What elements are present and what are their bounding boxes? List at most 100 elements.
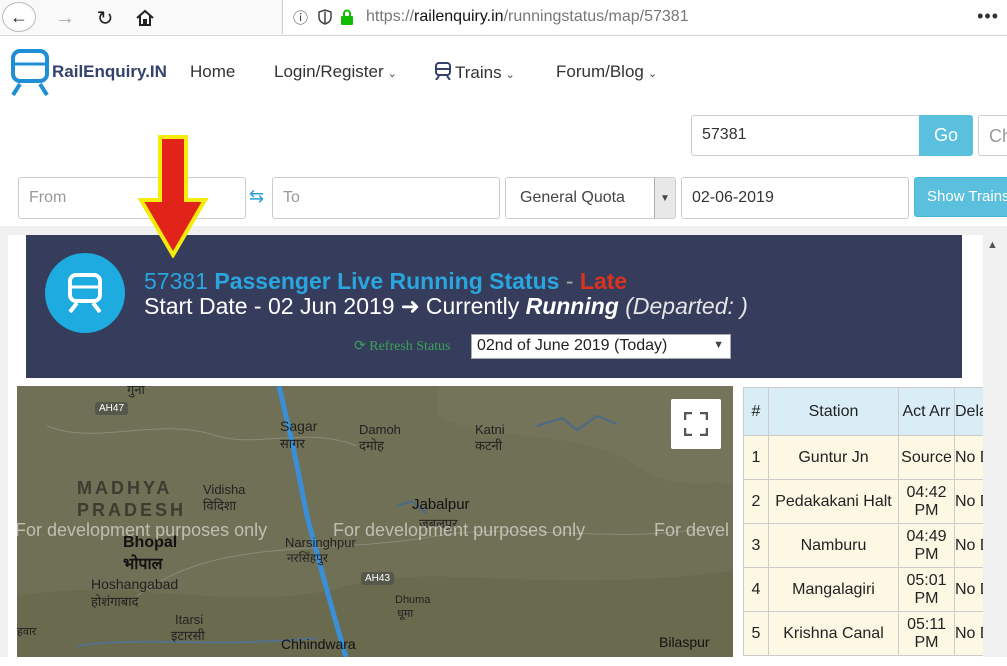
lock-icon	[341, 9, 354, 25]
map-place-label: नरसिंहपुर	[287, 551, 328, 565]
nav-trains[interactable]: Trains ⌄	[435, 62, 515, 83]
map-watermark: For development purposes only	[333, 520, 586, 540]
annotation-arrow-icon	[138, 135, 208, 258]
scrollbar[interactable]: ▲	[983, 235, 1007, 657]
table-row[interactable]: 5Krishna Canal05:11 PMNo Dela	[743, 611, 1005, 656]
nav-home[interactable]: Home	[190, 62, 235, 82]
reload-icon: ↻	[96, 7, 114, 30]
nav-forum-blog[interactable]: Forum/Blog ⌄	[556, 62, 657, 82]
map-place-label: दमोह	[359, 438, 384, 453]
map-place-label: Itarsi	[175, 612, 204, 627]
cell-actual-arrival: 04:49 PM	[898, 523, 955, 568]
quota-select[interactable]: General Quota ▼	[505, 177, 676, 219]
go-button[interactable]: Go	[919, 115, 973, 156]
address-bar[interactable]: ⓘ https://railenquiry.in/runningstatus/m…	[282, 0, 1007, 34]
map-place-label: Damoh	[359, 422, 401, 437]
shield-icon[interactable]	[318, 9, 332, 25]
cell-actual-arrival: 05:11 PM	[898, 611, 955, 656]
map-place-label: Katni	[475, 422, 505, 437]
table-row[interactable]: 2Pedakakani Halt04:42 PMNo Dela	[743, 479, 1005, 524]
train-number: 57381	[144, 268, 208, 294]
highway-shield-label: AH47	[95, 402, 129, 415]
refresh-status-link[interactable]: ⟳ Refresh Status	[354, 338, 451, 355]
cell-actual-arrival: 05:01 PM	[898, 567, 955, 612]
route-map[interactable]: MADHYA PRADESH Bhopal भोपाल Vidisha विदिशा Sag…	[17, 386, 733, 657]
map-place-label: हवार	[17, 626, 37, 638]
arrow-right-icon: →	[55, 6, 75, 29]
chevron-down-icon: ⌄	[505, 69, 515, 81]
journey-date-input[interactable]: 02-06-2019	[681, 177, 909, 219]
start-date-line: Start Date - 02 Jun 2019 ➜ Currently Runni…	[144, 293, 748, 319]
late-badge: Late	[579, 268, 628, 294]
col-header-station: Station	[768, 387, 899, 436]
map-place-label: MADHYA	[77, 478, 173, 498]
browser-toolbar: ← → ↻ ⓘ https://railenquiry.in/runningst…	[0, 0, 1007, 36]
site-navbar: RailEnquiry.IN Home Login/Register ⌄ Trai…	[0, 36, 1007, 106]
cell-station: Guntur Jn	[768, 435, 899, 480]
logo-text[interactable]: RailEnquiry.IN	[52, 62, 167, 82]
chevron-down-icon: ⌄	[387, 68, 397, 80]
highway-shield-label: AH43	[361, 572, 395, 585]
map-place-label: Vidisha	[203, 482, 246, 497]
map-place-label: सागर	[280, 436, 305, 451]
map-place-label: गुना	[127, 386, 145, 397]
swap-icon[interactable]: ⇆	[249, 186, 264, 207]
table-row[interactable]: 3Namburu04:49 PMNo Dela	[743, 523, 1005, 568]
train-badge-icon	[45, 253, 125, 333]
map-place-label: Jabalpur	[412, 496, 470, 513]
map-place-label: भोपाल	[123, 556, 163, 573]
map-place-label: कटनी	[475, 438, 503, 453]
arrow-right-icon: ➜	[400, 293, 420, 319]
map-place-label: Bilaspur	[659, 634, 710, 650]
arrow-left-icon: ←	[10, 6, 28, 27]
map-place-label: Dhuma	[395, 594, 431, 606]
info-icon[interactable]: ⓘ	[293, 7, 308, 28]
fullscreen-button[interactable]	[671, 399, 721, 449]
home-icon	[136, 9, 154, 26]
cell-num: 4	[743, 567, 769, 612]
col-header-num: #	[743, 387, 769, 436]
refresh-icon: ⟳	[354, 339, 366, 354]
cell-station: Pedakakani Halt	[768, 479, 899, 524]
home-button[interactable]	[131, 4, 159, 32]
col-header-actual-arrival: Act Arr	[898, 387, 955, 436]
chevron-down-icon: ▼	[654, 178, 675, 218]
table-row[interactable]: 4Mangalagiri05:01 PMNo Dela	[743, 567, 1005, 612]
secondary-search-input[interactable]: Ch	[978, 115, 1007, 156]
status-title: Passenger Live Running Status	[214, 268, 560, 294]
run-date-select[interactable]: 02nd of June 2019 (Today) ▼	[471, 334, 731, 359]
map-place-label: PRADESH	[77, 500, 187, 520]
scroll-up-icon[interactable]: ▲	[987, 239, 998, 251]
map-watermark: For development purposes only	[17, 520, 268, 540]
map-place-label: धूमा	[397, 608, 414, 620]
train-icon	[435, 62, 451, 81]
cell-station: Krishna Canal	[768, 611, 899, 656]
cell-actual-arrival: 04:42 PM	[898, 479, 955, 524]
reload-button[interactable]: ↻	[92, 4, 118, 32]
cell-num: 1	[743, 435, 769, 480]
map-watermark: For devel	[654, 520, 730, 540]
url-text: https://railenquiry.in/runningstatus/map…	[366, 8, 689, 25]
quota-value: General Quota	[520, 189, 625, 206]
back-button[interactable]: ←	[2, 2, 36, 32]
fullscreen-icon	[684, 412, 708, 436]
station-table: # Station Act Arr Dela Dep 1Guntur JnSou…	[743, 387, 1005, 656]
map-place-label: होशंगाबाद	[91, 594, 139, 609]
show-trains-button[interactable]: Show Trains	[914, 177, 1007, 217]
to-station-input[interactable]: To	[272, 177, 500, 219]
nav-login-register[interactable]: Login/Register ⌄	[274, 62, 397, 82]
train-logo-icon[interactable]	[10, 48, 50, 96]
cell-station: Mangalagiri	[768, 567, 899, 612]
map-place-label: Hoshangabad	[91, 576, 179, 592]
cell-num: 5	[743, 611, 769, 656]
more-menu-icon[interactable]: •••	[977, 6, 999, 27]
map-place-label: विदिशा	[203, 498, 237, 513]
chevron-down-icon: ⌄	[647, 68, 658, 80]
from-station-input[interactable]: From	[18, 177, 246, 219]
forward-button[interactable]: →	[52, 4, 78, 32]
table-row[interactable]: 1Guntur JnSourceNo Dela	[743, 435, 1005, 480]
train-number-input[interactable]: 57381	[691, 115, 921, 156]
map-place-label: Sagar	[280, 418, 318, 434]
map-place-label: Chhindwara	[281, 636, 356, 652]
cell-actual-arrival: Source	[898, 435, 955, 480]
